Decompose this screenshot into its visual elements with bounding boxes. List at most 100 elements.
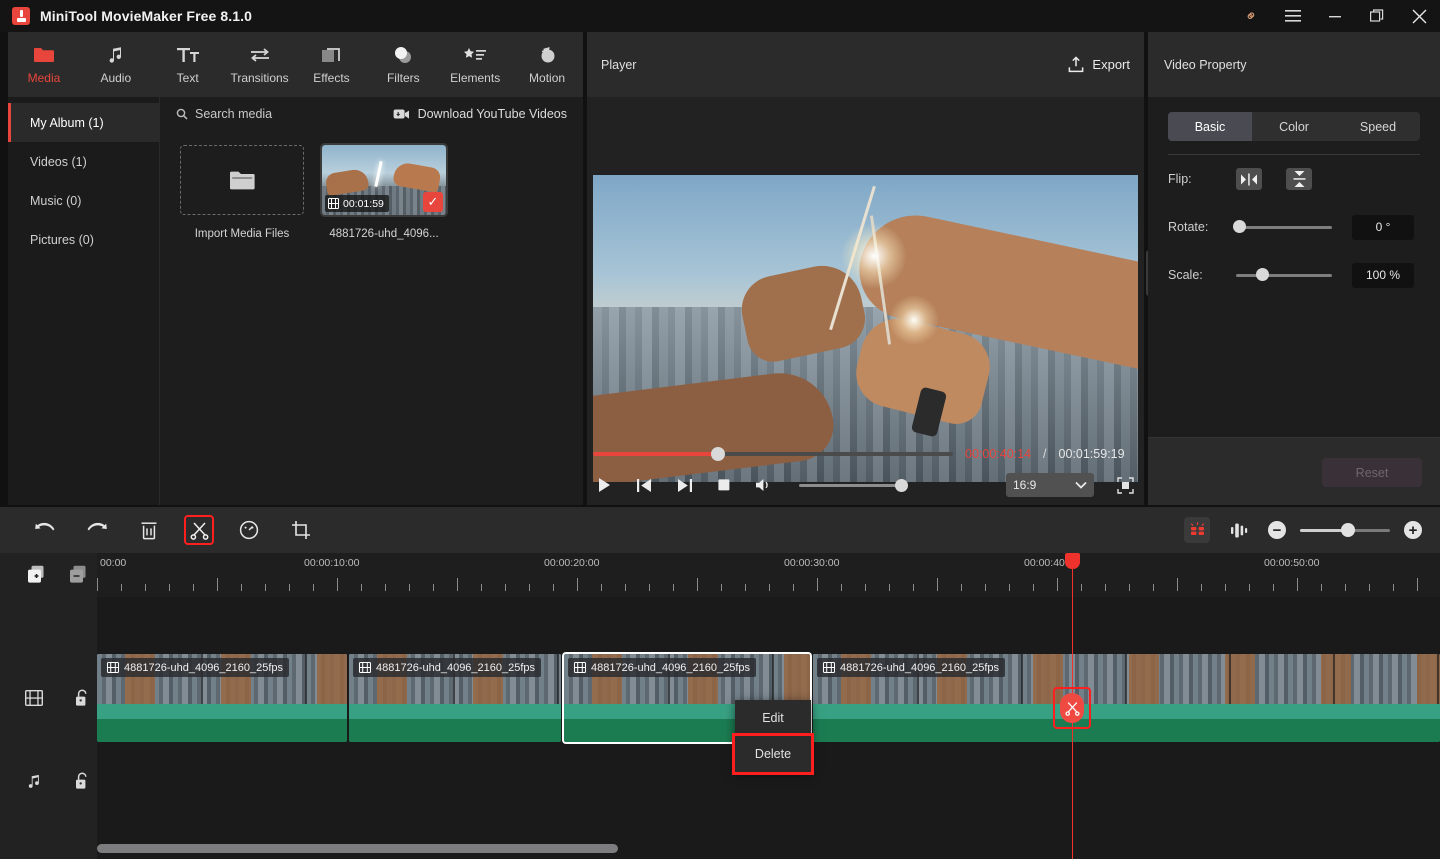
media-item[interactable]: 00:01:59 ✓ 4881726-uhd_4096... [320,143,448,240]
split-button[interactable] [184,515,214,545]
zoom-slider-handle[interactable] [1341,522,1355,537]
ruler-tick [1249,584,1250,591]
scale-value[interactable]: 100 % [1352,262,1414,288]
tab-color[interactable]: Color [1252,112,1336,141]
zoom-out-button[interactable]: − [1268,521,1286,539]
menu-icon[interactable] [1272,0,1314,32]
timeline-split-marker-button[interactable] [1053,687,1091,729]
crop-button[interactable] [286,515,316,545]
volume-slider-handle[interactable] [895,478,908,492]
close-icon[interactable] [1398,0,1440,32]
add-track-icon[interactable] [24,562,50,588]
tab-motion[interactable]: Motion [511,32,583,97]
context-menu-item-delete[interactable]: Delete [732,733,814,775]
folder-icon [33,44,55,66]
track-add-remove-row [0,553,97,597]
album-item-my-album[interactable]: My Album (1) [8,103,159,142]
waveform-icon[interactable] [1224,515,1254,545]
clip-audio-wave [97,719,347,742]
time-separator: / [1043,447,1047,461]
tab-basic[interactable]: Basic [1168,112,1252,141]
tab-text[interactable]: Text [152,32,224,97]
ruler-tick [841,584,842,591]
tab-filters[interactable]: Filters [367,32,439,97]
media-content: Search media Download YouTube Videos Imp… [160,97,583,505]
timeline-clip[interactable]: 4881726-uhd_4096_2160_25fps [349,654,561,742]
album-item-label: My Album (1) [30,115,104,130]
rotate-slider[interactable] [1233,219,1332,233]
ruler-tick [481,584,482,591]
ruler-tick [241,584,242,591]
import-media-cell[interactable]: Import Media Files [180,145,304,240]
scale-slider[interactable] [1236,267,1332,281]
ruler-tick [553,584,554,591]
speed-button[interactable] [234,515,264,545]
context-menu-item-edit[interactable]: Edit [735,700,811,736]
album-item-pictures[interactable]: Pictures (0) [8,220,159,259]
ruler-tick [289,584,290,591]
tab-media-label: Media [27,71,61,85]
flip-horizontal-icon[interactable] [1236,168,1262,190]
reset-button[interactable]: Reset [1322,458,1422,487]
redo-button[interactable] [82,515,112,545]
play-button[interactable] [593,474,615,496]
import-media-dropzone[interactable] [180,145,304,215]
clip-audio-wave [97,704,347,719]
download-youtube-button[interactable]: Download YouTube Videos [393,107,567,121]
aspect-ratio-value: 16:9 [1013,478,1037,492]
timeline-ruler[interactable]: 00:00 00:00:10:00 00:00:20:00 00:00:30:0… [97,553,1440,597]
search-input-placeholder: Search media [195,107,273,121]
next-frame-button[interactable] [673,474,695,496]
minimize-icon[interactable] [1314,0,1356,32]
tab-transitions[interactable]: Transitions [224,32,296,97]
export-button[interactable]: Export [1068,56,1130,73]
rotate-value[interactable]: 0 ° [1352,214,1414,240]
player-controls: 00:00:40:14 / 00:01:59:19 16:9 [593,441,1138,497]
undo-button[interactable] [30,515,60,545]
tab-elements[interactable]: Elements [439,32,511,97]
media-thumbnail[interactable]: 00:01:59 ✓ [320,143,448,217]
album-item-videos[interactable]: Videos (1) [8,142,159,181]
album-item-music[interactable]: Music (0) [8,181,159,220]
aspect-ratio-select[interactable]: 16:9 [1006,473,1094,497]
clip-frame-separator [1333,654,1335,704]
timeline-clip[interactable]: 4881726-uhd_4096_2160_25fps [97,654,347,742]
timeline-toolbar: − + [0,507,1440,553]
playhead-handle[interactable] [1065,553,1080,569]
audio-track-unlock-icon[interactable] [69,768,95,794]
rotate-slider-handle[interactable] [1233,219,1246,233]
media-selected-check-icon[interactable]: ✓ [423,192,443,212]
ruler-tick [385,584,386,591]
scale-slider-handle[interactable] [1256,267,1269,281]
video-preview[interactable] [593,175,1138,482]
fullscreen-button[interactable] [1112,473,1138,497]
clip-label: 4881726-uhd_4096_2160_25fps [353,658,542,677]
timeline-clip[interactable]: 4881726-uhd_4096_2160_25fps [813,654,1440,742]
seek-bar-handle[interactable] [711,447,725,461]
timeline-scrollbar-track[interactable] [97,844,1432,853]
tab-media[interactable]: Media [8,32,80,97]
search-input[interactable]: Search media [176,107,272,121]
key-icon[interactable]: ⚭ [1230,0,1272,32]
flip-vertical-icon[interactable] [1286,168,1312,190]
tab-speed[interactable]: Speed [1336,112,1420,141]
maximize-icon[interactable] [1356,0,1398,32]
zoom-in-button[interactable]: + [1404,521,1422,539]
timeline-scrollbar-thumb[interactable] [97,844,618,853]
volume-slider[interactable] [799,478,908,492]
sparkle-icon[interactable] [1184,517,1210,543]
remove-track-icon[interactable] [66,562,92,588]
zoom-slider[interactable] [1300,522,1390,537]
tab-audio[interactable]: Audio [80,32,152,97]
seek-bar[interactable] [593,447,953,461]
ruler-tick [1153,584,1154,591]
volume-button[interactable] [753,474,775,496]
scale-row: Scale: 100 % [1168,251,1420,299]
chevron-down-icon [1075,481,1087,489]
delete-button[interactable] [134,515,164,545]
stop-button[interactable] [713,474,735,496]
tab-effects[interactable]: Effects [296,32,368,97]
clip-frame-separator [1437,654,1439,704]
video-track-unlock-icon[interactable] [69,685,95,711]
prev-frame-button[interactable] [633,474,655,496]
